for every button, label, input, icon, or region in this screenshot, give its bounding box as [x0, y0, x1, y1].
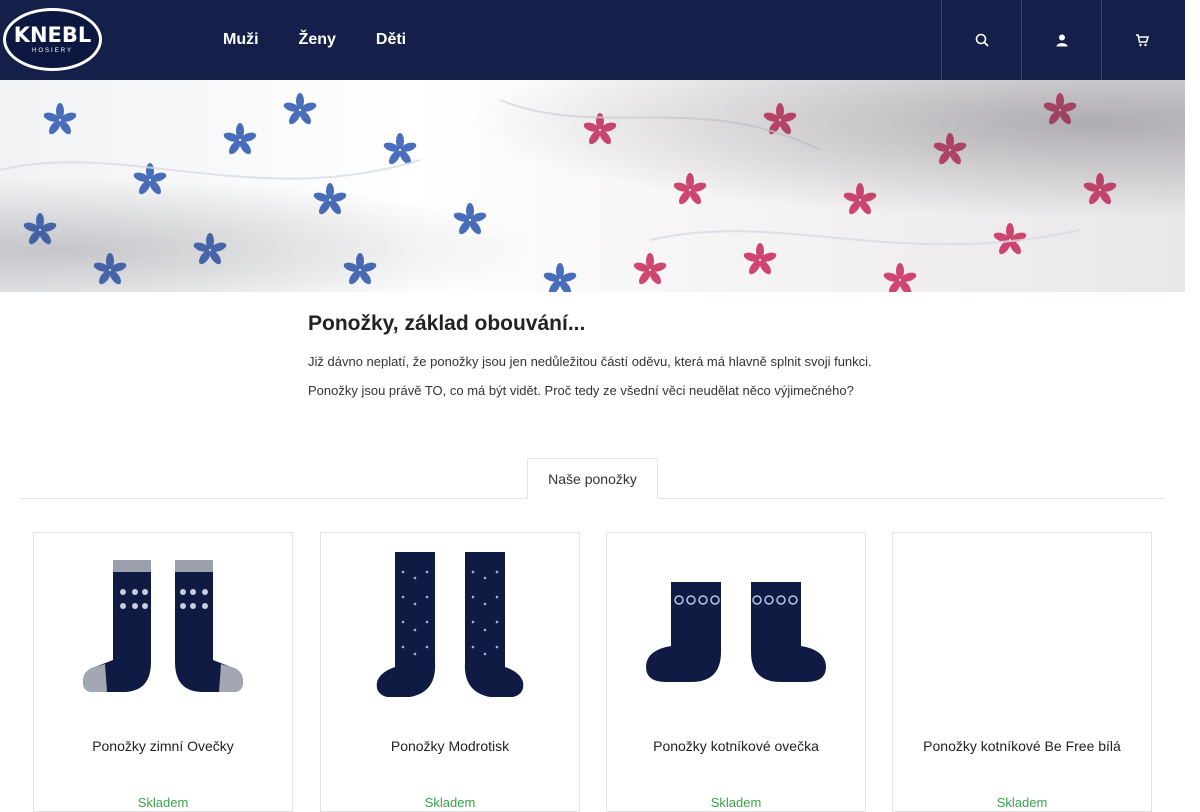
cart-button[interactable]: [1101, 0, 1181, 80]
product-name[interactable]: Ponožky kotníkové ovečka: [607, 738, 865, 754]
ankle-socks-image: [646, 582, 826, 682]
product-image[interactable]: [607, 537, 865, 727]
product-image[interactable]: [893, 537, 1151, 727]
product-name[interactable]: Ponožky kotníkové Be Free bílá: [893, 738, 1151, 754]
user-icon: [1056, 34, 1067, 47]
product-card[interactable]: Ponožky kotníkové Be Free bílá Skladem: [892, 532, 1152, 812]
product-name[interactable]: Ponožky Modrotisk: [321, 738, 579, 754]
tab-our-socks[interactable]: Naše ponožky: [527, 458, 658, 499]
site-header: KNEBL HOSIERY Muži Ženy Děti: [0, 0, 1185, 80]
stock-status: Skladem: [710, 795, 762, 810]
hero-shade: [0, 80, 1185, 292]
account-button[interactable]: [1021, 0, 1101, 80]
product-card[interactable]: Ponožky Modrotisk Skladem: [320, 532, 580, 812]
stock-status: Skladem: [424, 795, 476, 810]
product-card[interactable]: Ponožky zimní Ovečky Skladem: [33, 532, 293, 812]
hero-banner: [0, 80, 1185, 292]
nav-item-kids[interactable]: Děti: [376, 31, 406, 49]
search-icon: [975, 33, 989, 47]
nav-item-men[interactable]: Muži: [223, 31, 259, 49]
intro-section: Ponožky, základ obouvání... Již dávno ne…: [308, 312, 1168, 412]
product-name[interactable]: Ponožky zimní Ovečky: [34, 738, 292, 754]
cart-icon: [1135, 34, 1149, 47]
product-image[interactable]: [321, 537, 579, 727]
main-nav: Muži Ženy Děti: [223, 0, 446, 80]
brand-logo[interactable]: KNEBL HOSIERY: [3, 8, 102, 71]
intro-paragraph: Ponožky jsou právě TO, co má být vidět. …: [308, 383, 854, 398]
stock-status: Skladem: [137, 795, 189, 810]
intro-paragraph: Již dávno neplatí, že ponožky jsou jen n…: [308, 354, 872, 369]
winter-socks-image: [83, 560, 243, 692]
product-image[interactable]: [34, 537, 292, 727]
product-card[interactable]: Ponožky kotníkové ovečka Skladem: [606, 532, 866, 812]
logo-subtext: HOSIERY: [32, 48, 73, 54]
modrotisk-socks-image: [376, 552, 524, 697]
search-button[interactable]: [941, 0, 1021, 80]
logo-text: KNEBL: [13, 23, 92, 47]
intro-title: Ponožky, základ obouvání...: [308, 312, 586, 335]
stock-status: Skladem: [996, 795, 1048, 810]
nav-item-women[interactable]: Ženy: [299, 31, 336, 49]
